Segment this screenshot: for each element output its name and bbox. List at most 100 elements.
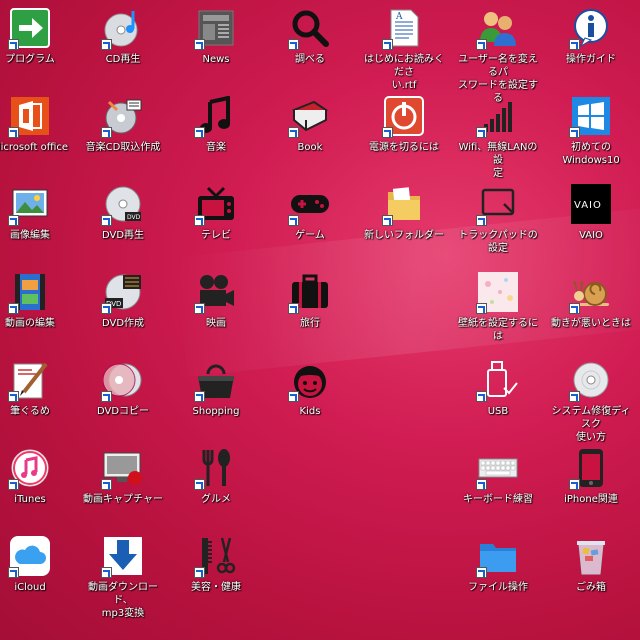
- desktop-icon-cd-rip[interactable]: 音楽CD取込作成: [81, 92, 165, 178]
- shortcut-arrow-icon: [288, 39, 299, 50]
- desktop-icon-dvd-create[interactable]: DVD DVD作成: [81, 268, 165, 354]
- desktop-icon-wifi[interactable]: Wifi、無線LANの設 定: [456, 92, 540, 179]
- icon-label: USB: [487, 406, 509, 417]
- desktop-icon-windows10[interactable]: 初めての Windows10: [549, 92, 633, 178]
- shortcut-arrow-icon: [101, 303, 112, 314]
- icon-label: DVD再生: [101, 230, 145, 241]
- desktop-icon-movie[interactable]: 映画: [174, 268, 258, 354]
- desktop-icon-dvd-copy[interactable]: DVDコピー: [81, 356, 165, 442]
- icon-label: はじめにお読みくださ い.rtf: [364, 54, 444, 91]
- icon-label: DVD作成: [101, 318, 145, 329]
- shortcut-arrow-icon: [569, 479, 580, 490]
- shortcut-arrow-icon: [288, 391, 299, 402]
- icon-label: 操作ガイド: [566, 54, 616, 65]
- desktop-icon-recycle-bin[interactable]: ごみ箱: [549, 532, 633, 618]
- icon-label: Kids: [299, 406, 321, 417]
- desktop-icon-shopping[interactable]: Shopping: [174, 356, 258, 442]
- desktop-icon-dvd-play[interactable]: DVD DVD再生: [81, 180, 165, 266]
- desktop-icon-travel[interactable]: 旅行: [268, 268, 352, 354]
- desktop-icon-kids[interactable]: Kids: [268, 356, 352, 442]
- desktop-icon-system-repair[interactable]: システム修復ディスク 使い方: [549, 356, 633, 443]
- shortcut-arrow-icon: [8, 215, 19, 226]
- desktop-icon-guide[interactable]: 操作ガイド: [549, 4, 633, 90]
- desktop-icon-cd-play[interactable]: CD再生: [81, 4, 165, 90]
- desktop-icon-news[interactable]: News: [174, 4, 258, 90]
- icon-label: Wifi、無線LANの設 定: [458, 142, 538, 179]
- shortcut-arrow-icon: [8, 303, 19, 314]
- shortcut-arrow-icon: [288, 127, 299, 138]
- icon-label: 動画の編集: [5, 318, 55, 329]
- shortcut-arrow-icon: [194, 215, 205, 226]
- shortcut-arrow-icon: [101, 479, 112, 490]
- icon-label: Book: [297, 142, 323, 153]
- desktop-icon-new-folder[interactable]: 新しいフォルダー: [362, 180, 446, 266]
- icon-label: プログラム: [5, 54, 55, 65]
- shortcut-arrow-icon: [8, 391, 19, 402]
- icon-label: News: [202, 54, 230, 65]
- desktop-icon-tv[interactable]: テレビ: [174, 180, 258, 266]
- icon-label: 美容・健康: [191, 582, 241, 593]
- svg-text:VAIO: VAIO: [574, 200, 602, 211]
- shortcut-arrow-icon: [8, 39, 19, 50]
- desktop-icon-itunes[interactable]: iTunes: [0, 444, 72, 530]
- icon-label: 動画キャプチャー: [83, 494, 163, 505]
- desktop-icon-wallpaper[interactable]: 壁紙を設定するには: [456, 268, 540, 354]
- icon-label: iPhone関連: [564, 494, 618, 505]
- desktop-icon-music[interactable]: 音楽: [174, 92, 258, 178]
- desktop-icon-program[interactable]: プログラム: [0, 4, 72, 90]
- icon-label: 動画ダウンロード、 mp3変換: [88, 582, 158, 619]
- desktop-icon-fudegurume[interactable]: 筆ぐるめ: [0, 356, 72, 442]
- desktop-icon-search[interactable]: 調べる: [268, 4, 352, 90]
- desktop-icon-vaio[interactable]: VAIO VAIO: [549, 180, 633, 266]
- shortcut-arrow-icon: [569, 391, 580, 402]
- desktop-icon-power[interactable]: 電源を切るには: [362, 92, 446, 178]
- desktop-icon-slow-help[interactable]: 動きが悪いときは: [549, 268, 633, 354]
- shortcut-arrow-icon: [101, 215, 112, 226]
- icon-label: 新しいフォルダー: [364, 230, 444, 241]
- shortcut-arrow-icon: [569, 39, 580, 50]
- desktop-icon-game[interactable]: ゲーム: [268, 180, 352, 266]
- shortcut-arrow-icon: [382, 215, 393, 226]
- desktop-icon-gourmet[interactable]: グルメ: [174, 444, 258, 530]
- desktop-icon-image-edit[interactable]: 画像編集: [0, 180, 72, 266]
- desktop-icon-video-edit[interactable]: 動画の編集: [0, 268, 72, 354]
- desktop-icon-video-capture[interactable]: 動画キャプチャー: [81, 444, 165, 530]
- shortcut-arrow-icon: [382, 39, 393, 50]
- shortcut-arrow-icon: [8, 479, 19, 490]
- vaio-icon: VAIO: [571, 184, 611, 224]
- desktop-icon-file-ops[interactable]: ファイル操作: [456, 532, 540, 618]
- shortcut-arrow-icon: [288, 215, 299, 226]
- shortcut-arrow-icon: [194, 391, 205, 402]
- shortcut-arrow-icon: [288, 303, 299, 314]
- icon-label: 動きが悪いときは: [551, 318, 631, 329]
- shortcut-arrow-icon: [569, 127, 580, 138]
- shortcut-arrow-icon: [194, 567, 205, 578]
- icon-label: Microsoft office: [0, 142, 69, 153]
- shortcut-arrow-icon: [194, 39, 205, 50]
- shortcut-arrow-icon: [476, 303, 487, 314]
- svg-text:DVD: DVD: [127, 214, 141, 221]
- icon-label: ファイル操作: [468, 582, 528, 593]
- icon-label: iCloud: [14, 582, 46, 593]
- desktop-icon-iphone[interactable]: iPhone関連: [549, 444, 633, 530]
- shortcut-arrow-icon: [101, 567, 112, 578]
- icon-label: 調べる: [295, 54, 325, 65]
- desktop-icon-keyboard[interactable]: キーボード練習: [456, 444, 540, 530]
- icon-label: テレビ: [201, 230, 231, 241]
- desktop-icon-usb[interactable]: USB: [456, 356, 540, 442]
- desktop-icon-user-password[interactable]: ユーザー名を変えるパ スワードを設定する: [456, 4, 540, 104]
- shortcut-arrow-icon: [8, 127, 19, 138]
- desktop-icon-book[interactable]: Book: [268, 92, 352, 178]
- desktop-icon-readme[interactable]: A はじめにお読みくださ い.rtf: [362, 4, 446, 91]
- desktop-icon-icloud[interactable]: iCloud: [0, 532, 72, 618]
- shortcut-arrow-icon: [101, 127, 112, 138]
- desktop-icon-trackpad[interactable]: トラックパッドの設定: [456, 180, 540, 266]
- shortcut-arrow-icon: [194, 479, 205, 490]
- desktop-icon-office[interactable]: Microsoft office: [0, 92, 72, 178]
- desktop-icon-video-download[interactable]: 動画ダウンロード、 mp3変換: [81, 532, 165, 619]
- icon-label: iTunes: [14, 494, 46, 505]
- desktop-icon-beauty[interactable]: 美容・健康: [174, 532, 258, 618]
- shortcut-arrow-icon: [382, 127, 393, 138]
- shortcut-arrow-icon: [476, 215, 487, 226]
- shortcut-arrow-icon: [476, 39, 487, 50]
